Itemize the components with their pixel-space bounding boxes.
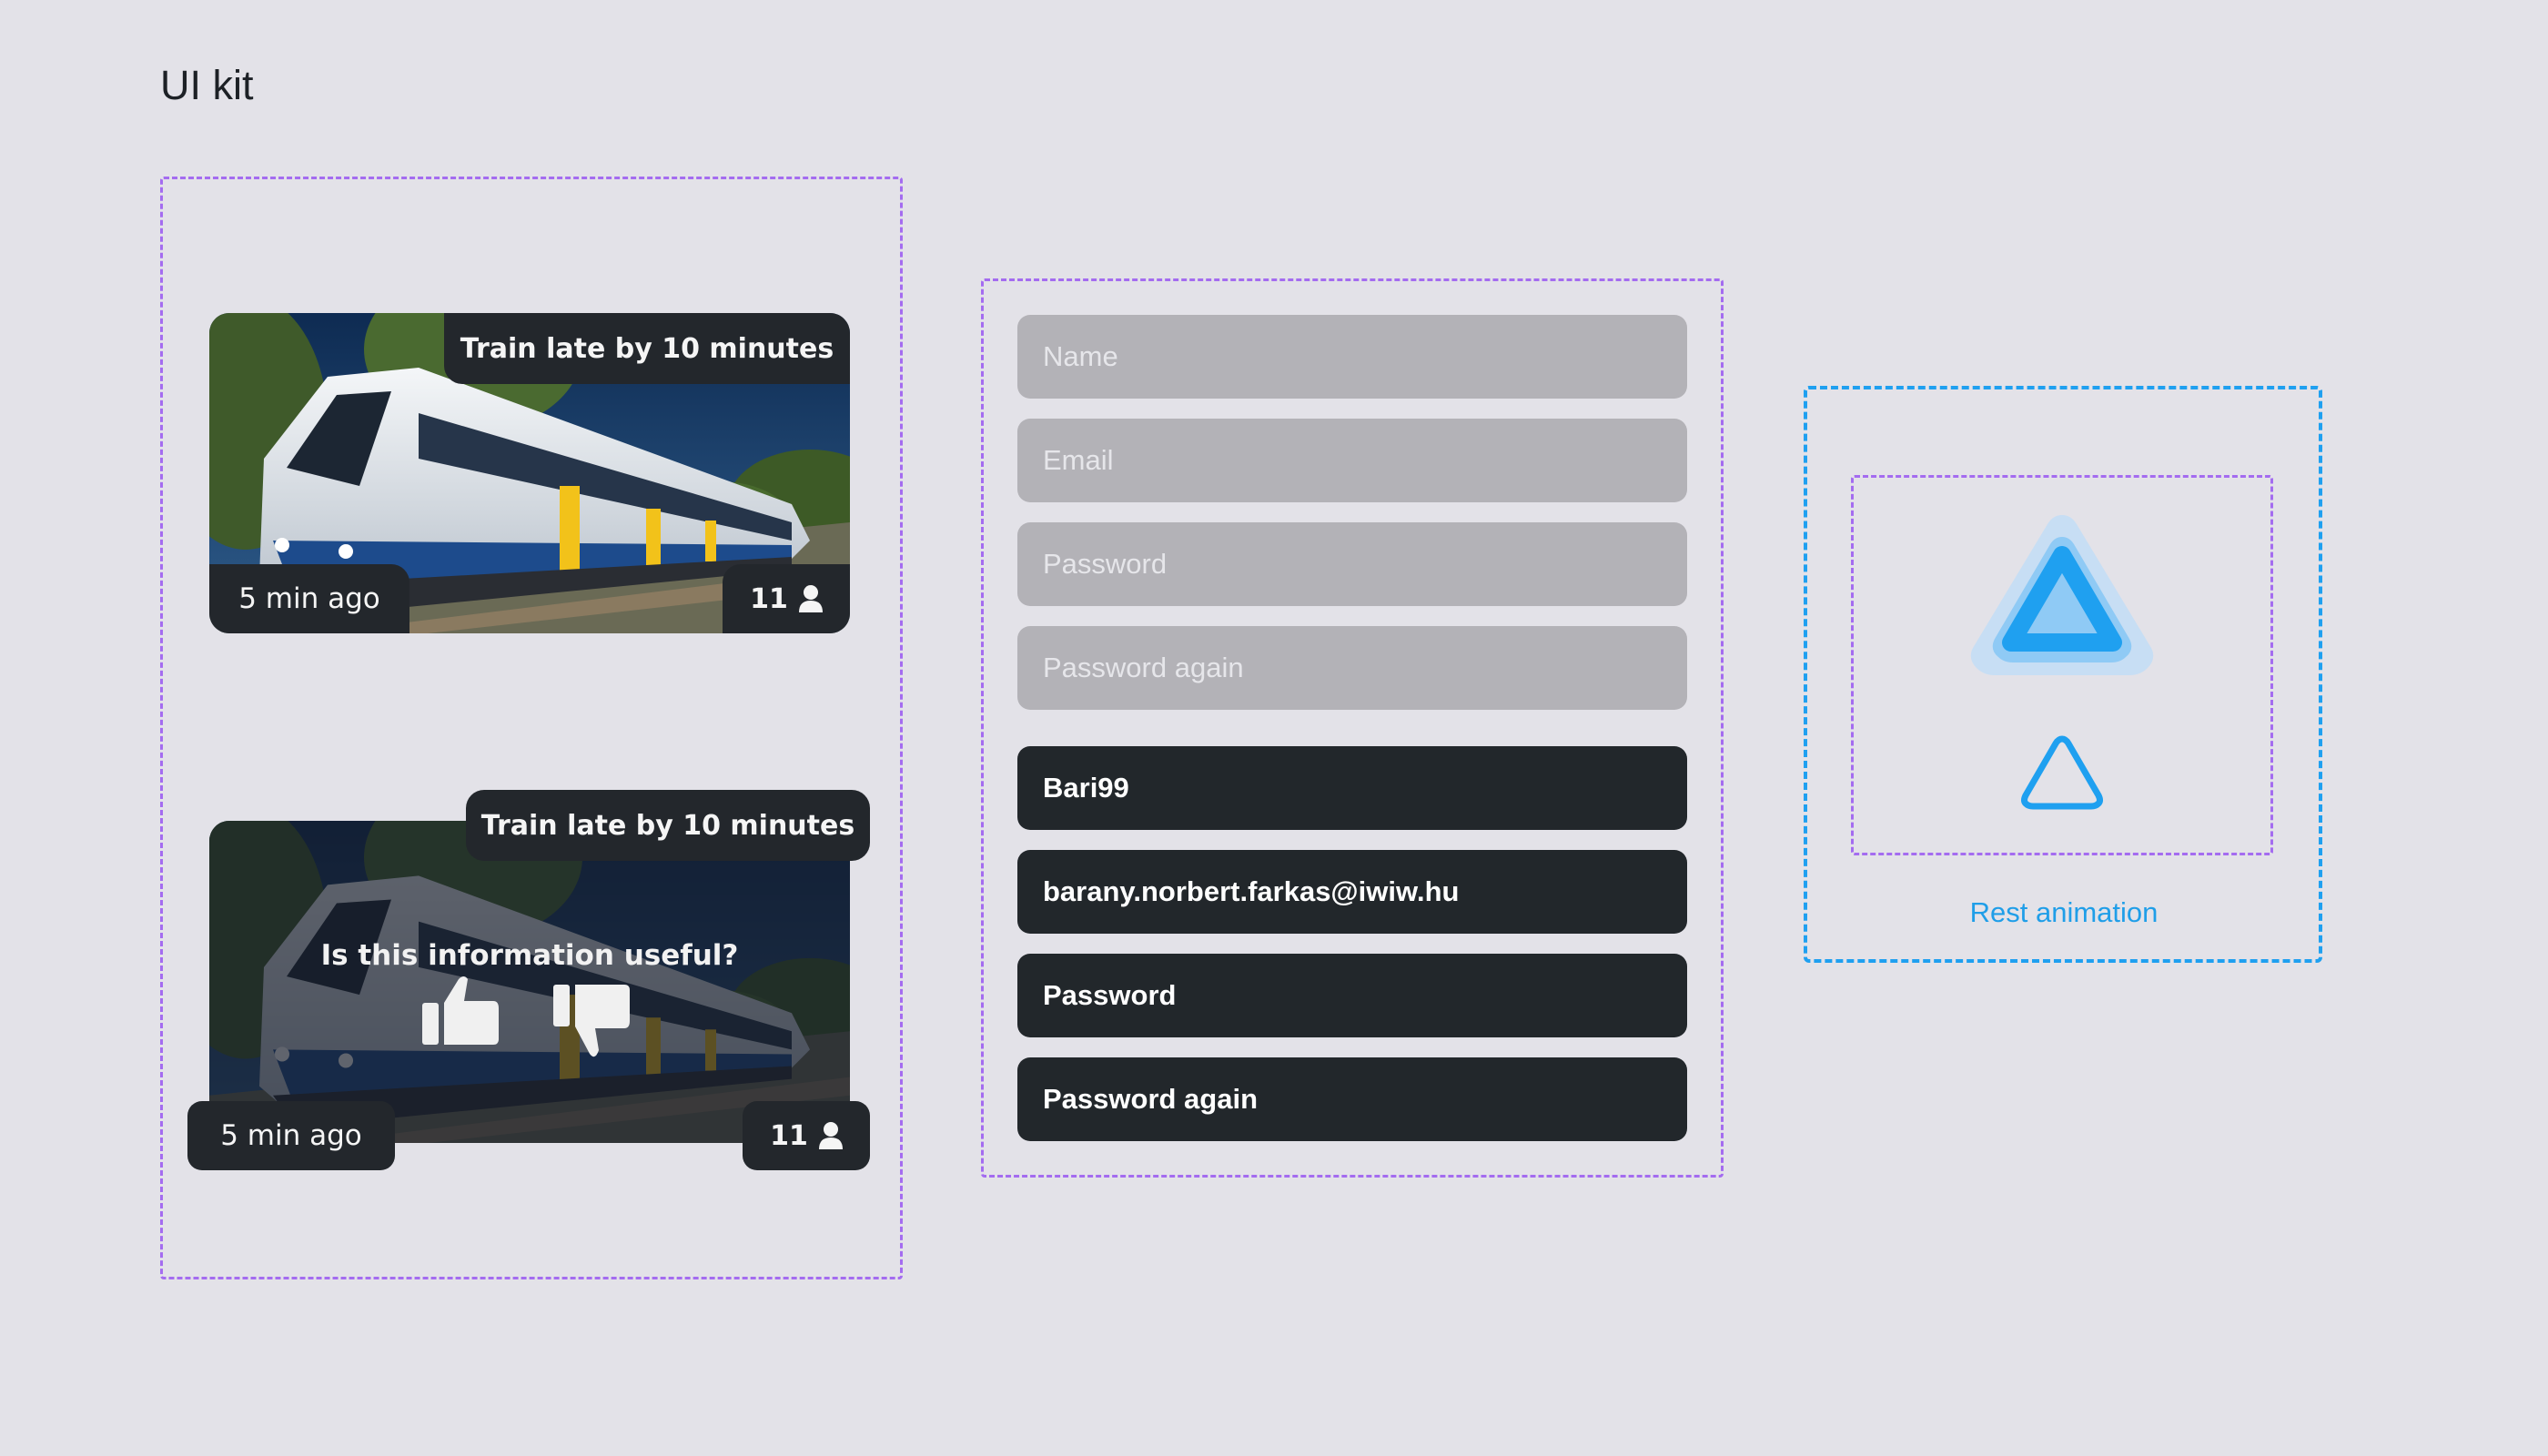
count-value: 11 (770, 1119, 808, 1152)
person-icon (818, 1122, 843, 1149)
triangle-icon (2021, 735, 2103, 810)
feedback-question: Is this information useful? (320, 939, 739, 972)
email-input-filled[interactable] (1017, 850, 1687, 934)
password-input[interactable] (1017, 522, 1687, 606)
news-card[interactable]: Train late by 10 minutes 5 min ago 11 (209, 313, 850, 633)
thumbs-down-icon[interactable] (553, 985, 630, 1063)
feedback-card-title: Train late by 10 minutes (466, 790, 870, 861)
name-input-filled[interactable] (1017, 746, 1687, 830)
password-again-input-filled[interactable] (1017, 1057, 1687, 1141)
inputs-frame (981, 278, 1724, 1178)
triangle-pulse-icon (1970, 515, 2154, 675)
feedback-card: Is this information useful? (209, 821, 850, 1143)
feedback-card-timestamp: 5 min ago (187, 1101, 395, 1170)
card-timestamp: 5 min ago (209, 564, 410, 633)
person-icon (798, 585, 823, 612)
card-reporter-count: 11 (723, 564, 850, 633)
feedback-card-reporter-count: 11 (743, 1101, 870, 1170)
password-input-filled[interactable] (1017, 954, 1687, 1037)
card-overlay (209, 821, 850, 1143)
page-title: UI kit (160, 62, 254, 108)
animation-label: Rest animation (1969, 896, 2159, 928)
email-input[interactable] (1017, 419, 1687, 502)
thumbs-up-icon[interactable] (422, 974, 499, 1046)
password-again-input[interactable] (1017, 626, 1687, 710)
card-title: Train late by 10 minutes (444, 313, 850, 384)
count-value: 11 (750, 582, 788, 615)
name-input[interactable] (1017, 315, 1687, 399)
